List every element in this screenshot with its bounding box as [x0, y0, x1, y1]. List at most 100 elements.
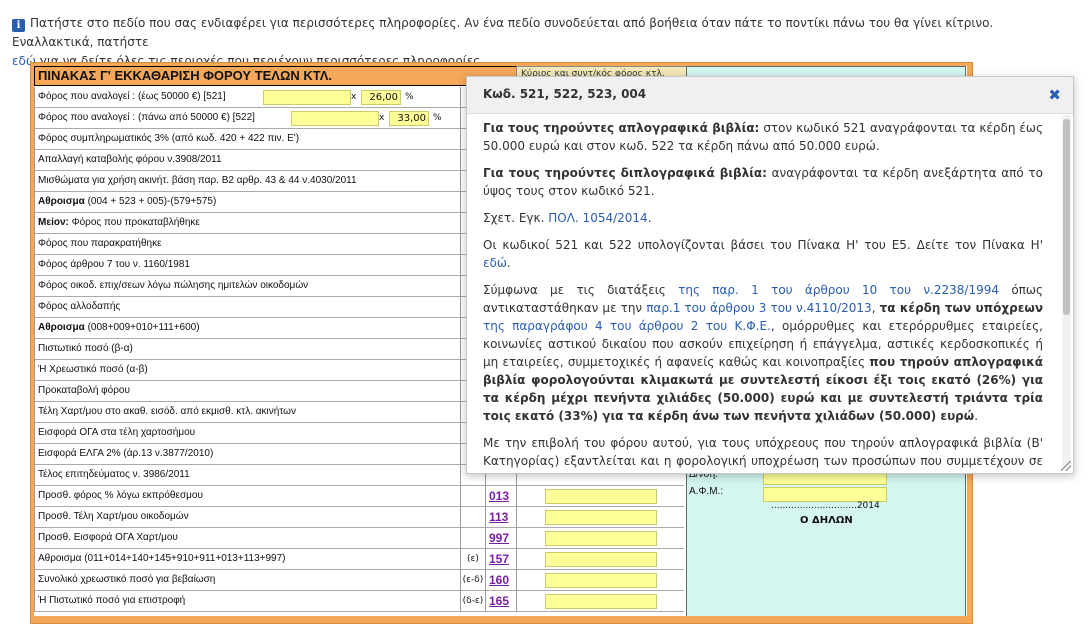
popup-title: Κωδ. 521, 522, 523, 004 — [483, 87, 647, 101]
column-divider — [516, 591, 517, 611]
column-divider — [485, 486, 486, 506]
column-divider — [460, 87, 461, 107]
tax-rate-input[interactable]: 26,00 — [361, 90, 401, 105]
tax-rate-input[interactable]: 33,00 — [389, 111, 429, 126]
column-divider — [460, 465, 461, 485]
popup-paragraph: Για τους τηρούντες απλογραφικά βιβλία: σ… — [483, 119, 1043, 155]
info-text: Πατήστε στο πεδίο που σας ενδιαφέρει για… — [12, 16, 994, 49]
row-label-text: Προκαταβολή φόρου — [38, 385, 130, 396]
multiply-sign: x — [351, 92, 357, 102]
row-label-text: (004 + 523 + 005)-(579+575) — [87, 196, 217, 207]
base-amount-input[interactable] — [291, 111, 379, 126]
row-label-text: Ή Πιστωτικό ποσό για επιστροφή — [38, 595, 186, 606]
row-label: Προσθ. Εισφορά ΟΓΑ Χαρτ/μου — [38, 528, 178, 548]
field-code-link[interactable]: 997 — [489, 528, 509, 548]
pol-link[interactable]: ΠΟΛ. 1054/2014 — [548, 211, 647, 225]
row-formula-sign: (ε-δ) — [462, 575, 484, 585]
row-label-bold: Μείον: — [38, 217, 69, 228]
scroll-thumb[interactable] — [1063, 119, 1070, 315]
field-code-link[interactable]: 113 — [489, 507, 508, 527]
amount-input[interactable] — [545, 531, 657, 546]
column-divider — [460, 318, 461, 338]
row-label-text: Φόρος που αναλογεί : (έως 50000 €) [521] — [38, 91, 226, 102]
row-label-text: Φόρος συμπληρωματικός 3% (από κωδ. 420 +… — [38, 133, 300, 144]
row-label-text: (008+009+010+111+600) — [87, 322, 200, 333]
popup-paragraph: Για τους τηρούντες διπλογραφικά βιβλία: … — [483, 164, 1043, 200]
law-link-4110[interactable]: παρ.1 του άρθρου 3 του ν.4110/2013 — [646, 301, 872, 315]
row-label-text: Ή Χρεωστικό ποσό (α-β) — [38, 364, 148, 375]
help-popup: Κωδ. 521, 522, 523, 004 ✖ Για τους τηρού… — [466, 76, 1074, 474]
table-h-link[interactable]: εδώ — [483, 256, 507, 270]
column-divider — [460, 402, 461, 422]
info-icon: i — [12, 19, 25, 32]
row-label: Ή Χρεωστικό ποσό (α-β) — [38, 360, 148, 380]
amount-input[interactable] — [545, 552, 657, 567]
popup-scrollbar[interactable] — [1062, 115, 1071, 467]
row-label: Απαλλαγή καταβολής φόρου ν.3908/2011 — [38, 150, 222, 170]
popup-paragraph: Σύμφωνα με τις διατάξεις της παρ. 1 του … — [483, 281, 1043, 425]
popup-text: . — [974, 409, 979, 423]
base-amount-input[interactable] — [263, 90, 351, 105]
column-divider — [460, 171, 461, 191]
row-label-text: Φόρος που προκαταβλήθηκε — [71, 217, 200, 228]
row-formula-sign: (ε) — [467, 554, 479, 564]
row-label-text: Προσθ. Τέλη Χαρτ/μου οικοδομών — [38, 511, 189, 522]
close-icon[interactable]: ✖ — [1048, 86, 1061, 104]
row-label: Μείον: Φόρος που προκαταβλήθηκε — [38, 213, 200, 233]
field-code-link[interactable]: 013 — [489, 486, 509, 506]
row-label-text: Τέλος επιτηδεύματος ν. 3986/2011 — [38, 469, 190, 480]
column-divider — [460, 192, 461, 212]
amount-input[interactable] — [545, 510, 657, 525]
column-divider — [516, 486, 517, 506]
row-label-text: Προσθ. φόρος % λόγω εκπρόθεσμου — [38, 490, 203, 501]
law-link-2238[interactable]: της παρ. 1 του άρθρου 10 του ν.2238/1994 — [678, 283, 999, 297]
afm-label: Α.Φ.Μ.: — [689, 486, 724, 497]
row-label: Αθροισμα (011+014+140+145+910+911+013+11… — [38, 549, 286, 569]
row-label-text: Αθροισμα (011+014+140+145+910+911+013+11… — [38, 553, 286, 564]
column-divider — [516, 549, 517, 569]
row-label: Ή Πιστωτικό ποσό για επιστροφή — [38, 591, 185, 611]
afm-input[interactable] — [763, 487, 887, 502]
row-label-text: Φόρος που παρακρατήθηκε — [38, 238, 162, 249]
column-divider — [516, 570, 517, 590]
field-code-link[interactable]: 160 — [489, 570, 509, 590]
table-row: Προσθ. φόρος % λόγω εκπρόθεσμου 013 — [34, 486, 684, 507]
resize-grip-icon[interactable] — [1061, 461, 1071, 471]
amount-input[interactable] — [545, 489, 657, 504]
column-divider — [460, 360, 461, 380]
column-divider — [460, 129, 461, 149]
table-row: Προσθ. Τέλη Χαρτ/μου οικοδομών 113 — [34, 507, 684, 528]
column-divider — [485, 549, 486, 569]
column-divider — [460, 444, 461, 464]
column-divider — [460, 108, 461, 128]
column-divider — [485, 528, 486, 548]
popup-text: Σύμφωνα με τις διατάξεις — [483, 283, 679, 297]
row-label-text: Φόρος οικοδ. επιχ/σεων λόγω πώλησης ημιτ… — [38, 280, 309, 291]
field-code-link[interactable]: 165 — [489, 591, 509, 611]
row-label: Φόρος που αναλογεί : (πάνω από 50000 €) … — [38, 108, 255, 128]
row-label: Τέλος επιτηδεύματος ν. 3986/2011 — [38, 465, 190, 485]
amount-input[interactable] — [545, 573, 657, 588]
row-label: Προσθ. φόρος % λόγω εκπρόθεσμου — [38, 486, 203, 506]
percent-sign: % — [433, 113, 442, 123]
popup-bold-text: τα κέρδη των υπόχρεων — [879, 301, 1043, 315]
row-label-text: Φόρος άρθρου 7 του ν. 1160/1981 — [38, 259, 190, 270]
row-label-text: Τέλη Χαρτ/μου στο ακαθ. εισόδ. από εκμισ… — [38, 406, 296, 417]
kfe-link[interactable]: της παραγράφου 4 του άρθρου 2 του Κ.Φ.Ε. — [483, 319, 771, 333]
amount-input[interactable] — [545, 594, 657, 609]
popup-paragraph: Σχετ. Εγκ. ΠΟΛ. 1054/2014. — [483, 209, 1043, 227]
row-label: Αθροισμα (008+009+010+111+600) — [38, 318, 200, 338]
signature-label: Ο ΔΗΛΩΝ — [800, 515, 853, 526]
row-label-text: Συνολικό χρεωστικό ποσό για βεβαίωση — [38, 574, 216, 585]
row-label-text: Εισφορά ΟΓΑ στα τέλη χαρτοσήμου — [38, 427, 196, 438]
row-label-bold: Αθροισμα — [38, 322, 85, 333]
field-code-link[interactable]: 157 — [489, 549, 509, 569]
row-label-bold: Αθροισμα — [38, 196, 85, 207]
column-divider — [460, 213, 461, 233]
signature-date: ..............................2014 — [771, 501, 880, 511]
row-label: Φόρος που αναλογεί : (έως 50000 €) [521] — [38, 87, 226, 107]
column-divider — [460, 297, 461, 317]
column-divider — [485, 507, 486, 527]
column-divider — [460, 591, 461, 611]
popup-bold-text: Για τους τηρούντες απλογραφικά βιβλία: — [483, 121, 760, 135]
